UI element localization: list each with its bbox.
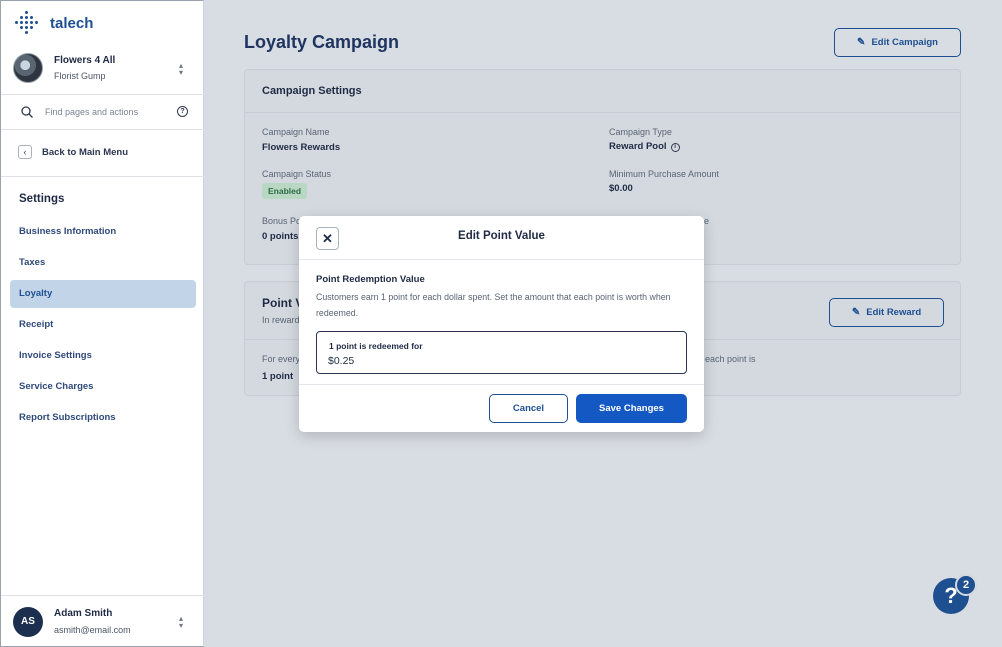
campaign-status-label: Campaign Status [262, 169, 332, 179]
sidebar: talech Flowers 4 All Florist Gump ▴▾ ? ‹… [0, 0, 204, 647]
settings-title: Settings [19, 193, 65, 205]
sidebar-item-invoice-settings[interactable]: Invoice Settings [10, 342, 196, 370]
back-to-main-menu[interactable]: ‹ Back to Main Menu [1, 130, 204, 177]
modal-description: Customers earn 1 point for each dollar s… [316, 292, 671, 318]
cancel-button[interactable]: Cancel [489, 394, 568, 423]
info-icon[interactable]: i [670, 143, 680, 152]
search-input[interactable] [45, 104, 170, 120]
pencil-icon: ✎ [857, 37, 866, 48]
modal-header: ✕ Edit Point Value [299, 216, 704, 260]
store-avatar [13, 53, 43, 83]
chevron-left-icon: ‹ [18, 145, 32, 159]
campaign-name-value: Flowers Rewards [262, 142, 341, 153]
redemption-value-label: 1 point is redeemed for [329, 341, 423, 351]
sidebar-item-service-charges[interactable]: Service Charges [10, 373, 196, 401]
point-row-value: 1 point [262, 371, 294, 382]
point-row-right-text: each point is [705, 354, 756, 364]
min-purchase-value: $0.00 [609, 183, 633, 194]
store-subtitle: Florist Gump [54, 71, 106, 81]
search-icon [21, 106, 33, 118]
campaign-type-label: Campaign Type [609, 127, 672, 137]
point-value-subtitle: In reward [262, 315, 300, 325]
search-bar: ? [1, 95, 204, 130]
save-changes-button[interactable]: Save Changes [576, 394, 687, 423]
user-email: asmith@email.com [54, 625, 131, 635]
min-purchase-label: Minimum Purchase Amount [609, 169, 720, 179]
talech-logo-icon [15, 11, 39, 35]
sidebar-item-business-information[interactable]: Business Information [10, 218, 196, 246]
edit-reward-label: Edit Reward [866, 307, 922, 318]
campaign-type-text: Reward Pool [609, 141, 667, 152]
point-row-label: For every [262, 354, 301, 364]
bonus-points-value: 0 points [262, 231, 299, 242]
brand-name: talech [50, 14, 94, 32]
status-badge: Enabled [262, 183, 308, 199]
edit-campaign-label: Edit Campaign [871, 37, 938, 48]
point-value-title: Point V [262, 296, 304, 310]
modal-footer: Cancel Save Changes [299, 384, 704, 432]
avatar: AS [13, 607, 43, 637]
back-label: Back to Main Menu [42, 147, 129, 158]
sidebar-item-receipt[interactable]: Receipt [10, 311, 196, 339]
campaign-type-value: Reward Pool i [609, 141, 680, 152]
redemption-value-input[interactable] [328, 353, 668, 369]
user-menu[interactable]: AS Adam Smith asmith@email.com ▴ ▾ [1, 595, 204, 647]
campaign-settings-title: Campaign Settings [245, 70, 960, 113]
campaign-name-label: Campaign Name [262, 127, 330, 137]
modal-section-title: Point Redemption Value [316, 274, 425, 285]
sidebar-item-taxes[interactable]: Taxes [10, 249, 196, 277]
pencil-icon: ✎ [851, 307, 861, 318]
edit-point-value-dialog: ✕ Edit Point Value Point Redemption Valu… [299, 216, 704, 432]
hidden-field-label-tail: e [704, 216, 710, 226]
help-circle-icon[interactable]: ? [177, 106, 188, 117]
sidebar-item-report-subscriptions[interactable]: Report Subscriptions [10, 404, 196, 432]
chevron-up-down-icon[interactable]: ▴ ▾ [176, 62, 186, 77]
user-name: Adam Smith [54, 608, 113, 619]
settings-nav: Business Information Taxes Loyalty Recei… [10, 218, 196, 435]
store-switcher[interactable]: Flowers 4 All Florist Gump ▴ ▾ [1, 45, 204, 95]
edit-campaign-button[interactable]: ✎ Edit Campaign [834, 28, 961, 57]
brand[interactable]: talech [15, 11, 93, 35]
redemption-value-field[interactable]: 1 point is redeemed for [316, 331, 687, 374]
chevron-up-down-icon[interactable]: ▴ ▾ [176, 615, 186, 630]
modal-title: Edit Point Value [458, 230, 545, 242]
sidebar-item-loyalty[interactable]: Loyalty [10, 280, 196, 308]
edit-reward-button[interactable]: ✎ Edit Reward [829, 298, 944, 327]
page-title: Loyalty Campaign [244, 32, 400, 52]
bonus-points-label: Bonus Po [262, 216, 302, 226]
notification-count-badge: 2 [955, 574, 977, 596]
store-name: Flowers 4 All [54, 55, 116, 66]
